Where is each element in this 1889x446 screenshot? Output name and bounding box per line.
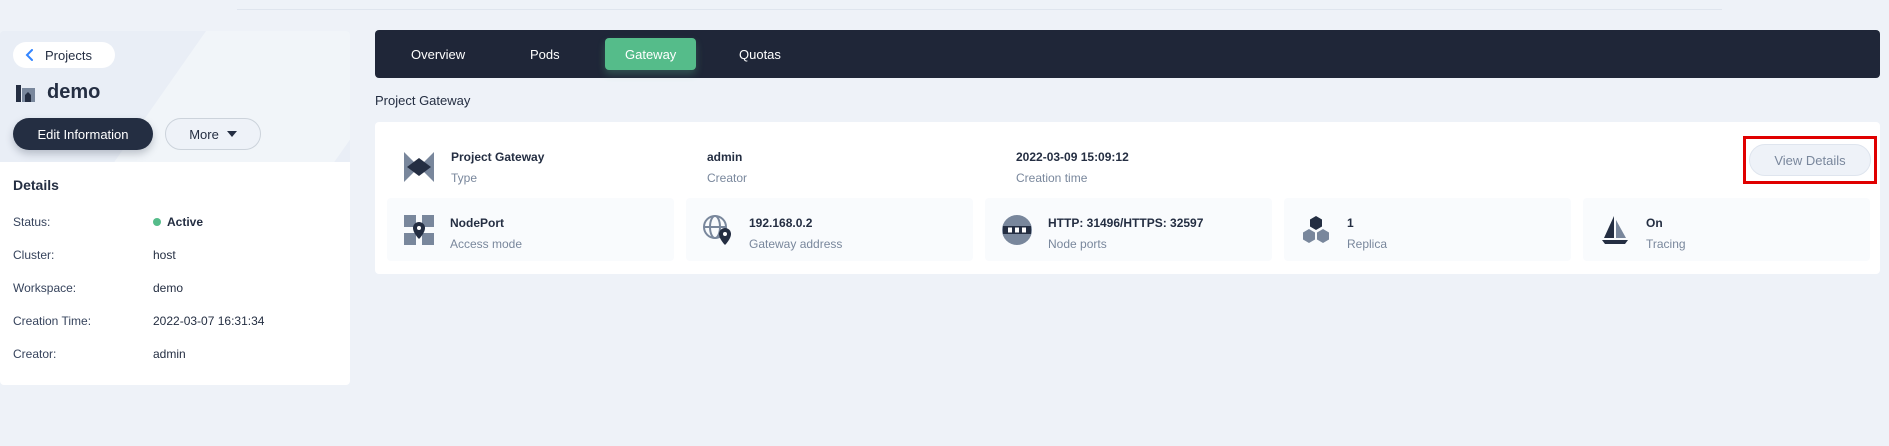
view-details-button[interactable]: View Details: [1749, 144, 1871, 176]
gateway-type-label: Type: [451, 171, 478, 185]
stat-kv: 1 Replica: [1347, 216, 1387, 251]
gateway-type-value: Project Gateway: [451, 150, 545, 164]
stat-kv: NodePort Access mode: [450, 216, 522, 251]
project-sidebar: Projects demo Edit Information More Deta…: [0, 31, 350, 385]
gateway-time-value: 2022-03-09 15:09:12: [1016, 150, 1129, 164]
project-name: demo: [47, 81, 101, 103]
detail-row-workspace: Workspace: demo: [13, 281, 333, 297]
detail-row-creator: Creator: admin: [13, 347, 333, 363]
status-text: Active: [167, 215, 204, 229]
detail-key: Status:: [13, 215, 51, 229]
gateway-creator: admin Creator: [707, 150, 747, 185]
project-header: Projects demo Edit Information More: [0, 31, 350, 162]
tab-overview[interactable]: Overview: [391, 38, 485, 70]
top-divider: [237, 9, 1722, 10]
back-to-projects-button[interactable]: Projects: [13, 42, 115, 68]
gateway-creator-value: admin: [707, 150, 743, 164]
tab-pods[interactable]: Pods: [510, 38, 580, 70]
caret-down-icon: [226, 131, 237, 137]
project-icon: [16, 84, 35, 102]
tab-quotas[interactable]: Quotas: [719, 38, 801, 70]
detail-row-creation-time: Creation Time: 2022-03-07 16:31:34: [13, 314, 333, 330]
stat-label: Access mode: [450, 237, 523, 251]
details-panel: Details Status: Active Cluster: host Wor…: [0, 162, 350, 385]
stat-label: Node ports: [1048, 237, 1107, 251]
sailboat-icon: [1602, 216, 1628, 244]
details-title: Details: [13, 177, 59, 193]
detail-value: 2022-03-07 16:31:34: [153, 314, 265, 328]
stat-label: Tracing: [1646, 237, 1686, 251]
section-title: Project Gateway: [375, 93, 471, 108]
tab-bar: Overview Pods Gateway Quotas: [375, 30, 1880, 78]
detail-key: Workspace:: [13, 281, 77, 295]
hexagon-cluster-icon: [1303, 216, 1329, 243]
stat-label: Gateway address: [749, 237, 843, 251]
network-ports-icon: [1002, 215, 1032, 245]
more-label: More: [189, 126, 219, 142]
status-value: Active: [153, 215, 203, 229]
detail-value: admin: [153, 347, 186, 361]
stat-kv: On Tracing: [1646, 216, 1686, 251]
detail-row-cluster: Cluster: host: [13, 248, 333, 264]
detail-key: Creation Time:: [13, 314, 92, 328]
project-title: demo: [15, 81, 100, 104]
detail-value: demo: [153, 281, 184, 295]
gateway-time-label: Creation time: [1016, 171, 1088, 185]
stat-tracing: On Tracing: [1583, 198, 1870, 261]
gateway-card: Project Gateway Type admin Creator 2022-…: [375, 122, 1880, 274]
status-dot-icon: [153, 218, 161, 226]
stat-replica: 1 Replica: [1284, 198, 1571, 261]
gateway-type: Project Gateway Type: [451, 150, 544, 185]
gateway-creation-time: 2022-03-09 15:09:12 Creation time: [1016, 150, 1129, 185]
tab-gateway[interactable]: Gateway: [605, 38, 697, 70]
stat-value: 192.168.0.2: [749, 216, 813, 230]
stat-value: NodePort: [450, 216, 504, 230]
stat-kv: HTTP: 31496/HTTPS: 32597 Node ports: [1048, 216, 1203, 251]
globe-location-icon: [703, 215, 731, 245]
edit-information-button[interactable]: Edit Information: [13, 118, 153, 150]
stat-access-mode: NodePort Access mode: [387, 198, 674, 261]
detail-value: host: [153, 248, 176, 262]
detail-row-status: Status: Active: [13, 215, 333, 231]
more-button[interactable]: More: [165, 118, 261, 150]
stat-node-ports: HTTP: 31496/HTTPS: 32597 Node ports: [985, 198, 1272, 261]
stat-value: On: [1646, 216, 1663, 230]
detail-key: Creator:: [13, 347, 57, 361]
detail-key: Cluster:: [13, 248, 55, 262]
chevron-left-icon: [25, 49, 33, 61]
stat-kv: 192.168.0.2 Gateway address: [749, 216, 842, 251]
nodeport-icon: [404, 215, 434, 245]
stat-label: Replica: [1347, 237, 1388, 251]
stat-gateway-address: 192.168.0.2 Gateway address: [686, 198, 973, 261]
stat-value: 1: [1347, 216, 1354, 230]
gateway-icon: [404, 152, 434, 182]
stat-value: HTTP: 31496/HTTPS: 32597: [1048, 216, 1204, 230]
back-label: Projects: [45, 47, 92, 63]
gateway-creator-label: Creator: [707, 171, 748, 185]
